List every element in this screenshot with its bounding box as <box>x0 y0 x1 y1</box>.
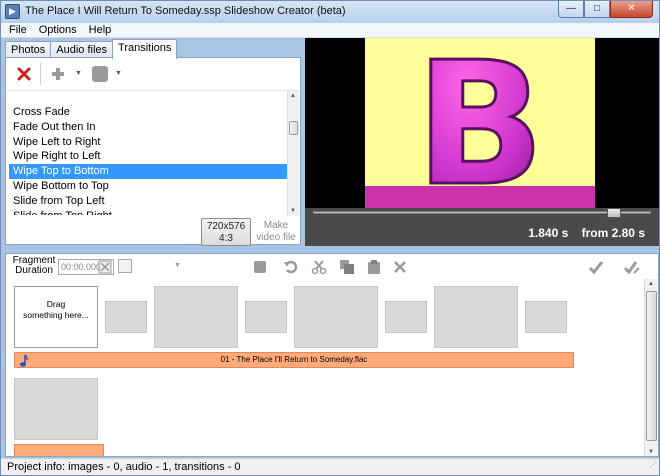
video-format-button[interactable]: 720x576 4:3 <box>201 218 251 246</box>
toolbar-separator <box>40 63 41 85</box>
fragment-color-box[interactable] <box>118 259 132 273</box>
music-note-icon <box>20 354 28 367</box>
list-item[interactable]: Wipe Right to Left <box>9 149 287 164</box>
tab-transitions[interactable]: Transitions <box>112 39 178 59</box>
preview-letter-art: B <box>414 25 547 226</box>
fragment-label-line2: Duration <box>15 265 53 276</box>
scroll-up-arrow-icon[interactable]: ▲ <box>290 93 296 99</box>
clear-duration-icon[interactable] <box>98 260 112 274</box>
audio-track[interactable]: 01 - The Place I'll Return to Someday.fl… <box>14 352 574 368</box>
format-aspect: 4:3 <box>219 233 233 244</box>
clear-icon[interactable] <box>392 259 408 275</box>
scroll-thumb[interactable] <box>289 121 298 135</box>
transition-slot[interactable] <box>385 301 427 333</box>
list-item[interactable]: Fade Out then In <box>9 120 287 135</box>
transitions-toolbar: ▼ ▼ <box>6 58 300 91</box>
list-item[interactable]: Wipe Bottom to Top <box>9 179 287 194</box>
audio-track-name: 01 - The Place I'll Return to Someday.fl… <box>220 355 368 364</box>
preview-time-readout: 1.840 s from 2.80 s <box>528 226 645 240</box>
window-controls: — □ ✕ <box>558 1 653 19</box>
chevron-down-icon[interactable]: ▼ <box>174 262 181 269</box>
list-item[interactable]: Slide from Top Left <box>9 194 287 209</box>
chevron-down-icon[interactable]: ▼ <box>75 70 82 77</box>
scroll-up-arrow-icon[interactable]: ▲ <box>648 281 654 287</box>
timeline-slider-track[interactable] <box>313 211 651 214</box>
resize-grip-icon[interactable]: ⋰ <box>649 457 657 473</box>
drop-target-slot[interactable]: Drag something here... <box>14 286 98 348</box>
title-bar[interactable]: ▶ The Place I Will Return To Someday.ssp… <box>1 1 659 23</box>
make-label-line1: Make <box>263 220 289 231</box>
scroll-down-arrow-icon[interactable]: ▼ <box>648 449 654 455</box>
preview-letter: B <box>415 38 545 186</box>
from-time: from 2.80 s <box>581 226 645 240</box>
format-resolution: 720x576 <box>206 221 246 232</box>
drop-hint-line1: Drag <box>46 299 66 309</box>
menu-options[interactable]: Options <box>39 23 77 37</box>
close-button[interactable]: ✕ <box>610 1 653 18</box>
check-icon[interactable] <box>588 259 604 275</box>
check-edit-icon[interactable] <box>624 259 640 275</box>
left-panel: Photos Audio files Transitions ▼ ▼ Cross… <box>5 38 301 246</box>
slideshow-app-icon[interactable]: ▶ <box>5 4 20 19</box>
app-window: ▶ The Place I Will Return To Someday.ssp… <box>0 0 660 476</box>
audio-track-segment[interactable] <box>14 444 104 456</box>
fragment-duration-label: Fragment Duration <box>12 256 56 276</box>
transitions-panel: ▼ ▼ Cross Fade Fade Out then In Wipe Left … <box>5 57 301 246</box>
undo-icon[interactable] <box>283 259 299 275</box>
scroll-down-arrow-icon[interactable]: ▼ <box>290 208 296 214</box>
minimize-button[interactable]: — <box>558 1 584 18</box>
preview-bottom-bar <box>365 186 595 208</box>
stop-icon[interactable] <box>252 259 268 275</box>
image-slot[interactable] <box>434 286 518 348</box>
transition-slot[interactable] <box>105 301 147 333</box>
make-video-file-button[interactable]: Make video file <box>253 218 299 246</box>
current-time: 1.840 s <box>528 226 569 240</box>
preview-canvas: B <box>305 25 659 226</box>
list-item[interactable]: Wipe Top to Bottom <box>9 164 287 179</box>
image-slot[interactable] <box>14 378 98 440</box>
chevron-down-icon[interactable]: ▼ <box>115 70 122 77</box>
preview-slide: B <box>365 25 595 226</box>
drop-hint-line2: something here... <box>23 310 89 320</box>
maximize-button[interactable]: □ <box>584 1 610 18</box>
list-item[interactable]: Slide from Top Right <box>9 209 287 215</box>
list-scrollbar[interactable]: ▲ ▼ <box>287 91 299 216</box>
project-info: Project info: images - 0, audio - 1, tra… <box>7 461 241 473</box>
copy-icon[interactable] <box>339 259 355 275</box>
list-item[interactable]: Cross Fade <box>9 105 287 120</box>
list-item[interactable]: Wipe Left to Right <box>9 135 287 150</box>
menu-file[interactable]: File <box>9 23 27 37</box>
paste-icon[interactable] <box>366 259 382 275</box>
timeline-scrollbar[interactable]: ▲ ▼ <box>644 279 658 456</box>
timeline-slider-thumb[interactable] <box>606 208 621 218</box>
window-title: The Place I Will Return To Someday.ssp S… <box>25 5 346 17</box>
cut-icon[interactable] <box>311 259 327 275</box>
status-bar: Project info: images - 0, audio - 1, tra… <box>1 458 659 475</box>
image-slot[interactable] <box>294 286 378 348</box>
transition-list[interactable]: Cross Fade Fade Out then In Wipe Left to R… <box>9 105 287 215</box>
timeline-scroll-thumb[interactable] <box>646 291 657 441</box>
delete-icon[interactable] <box>16 66 32 82</box>
tab-strip: Photos Audio files Transitions <box>5 39 178 59</box>
timeline-toolbar: Fragment Duration ▼ <box>5 253 659 279</box>
timeline[interactable]: Drag something here... 01 - The Place I'… <box>5 279 659 457</box>
preview-panel: B 1.840 s from 2.80 s <box>305 25 659 246</box>
add-icon[interactable] <box>50 66 66 82</box>
transition-slot[interactable] <box>245 301 287 333</box>
menu-bar: File Options Help <box>1 23 659 38</box>
menu-help[interactable]: Help <box>89 23 112 37</box>
square-icon[interactable] <box>92 66 108 82</box>
image-slot[interactable] <box>154 286 238 348</box>
make-label-line2: video file <box>256 232 296 243</box>
transition-slot[interactable] <box>525 301 567 333</box>
